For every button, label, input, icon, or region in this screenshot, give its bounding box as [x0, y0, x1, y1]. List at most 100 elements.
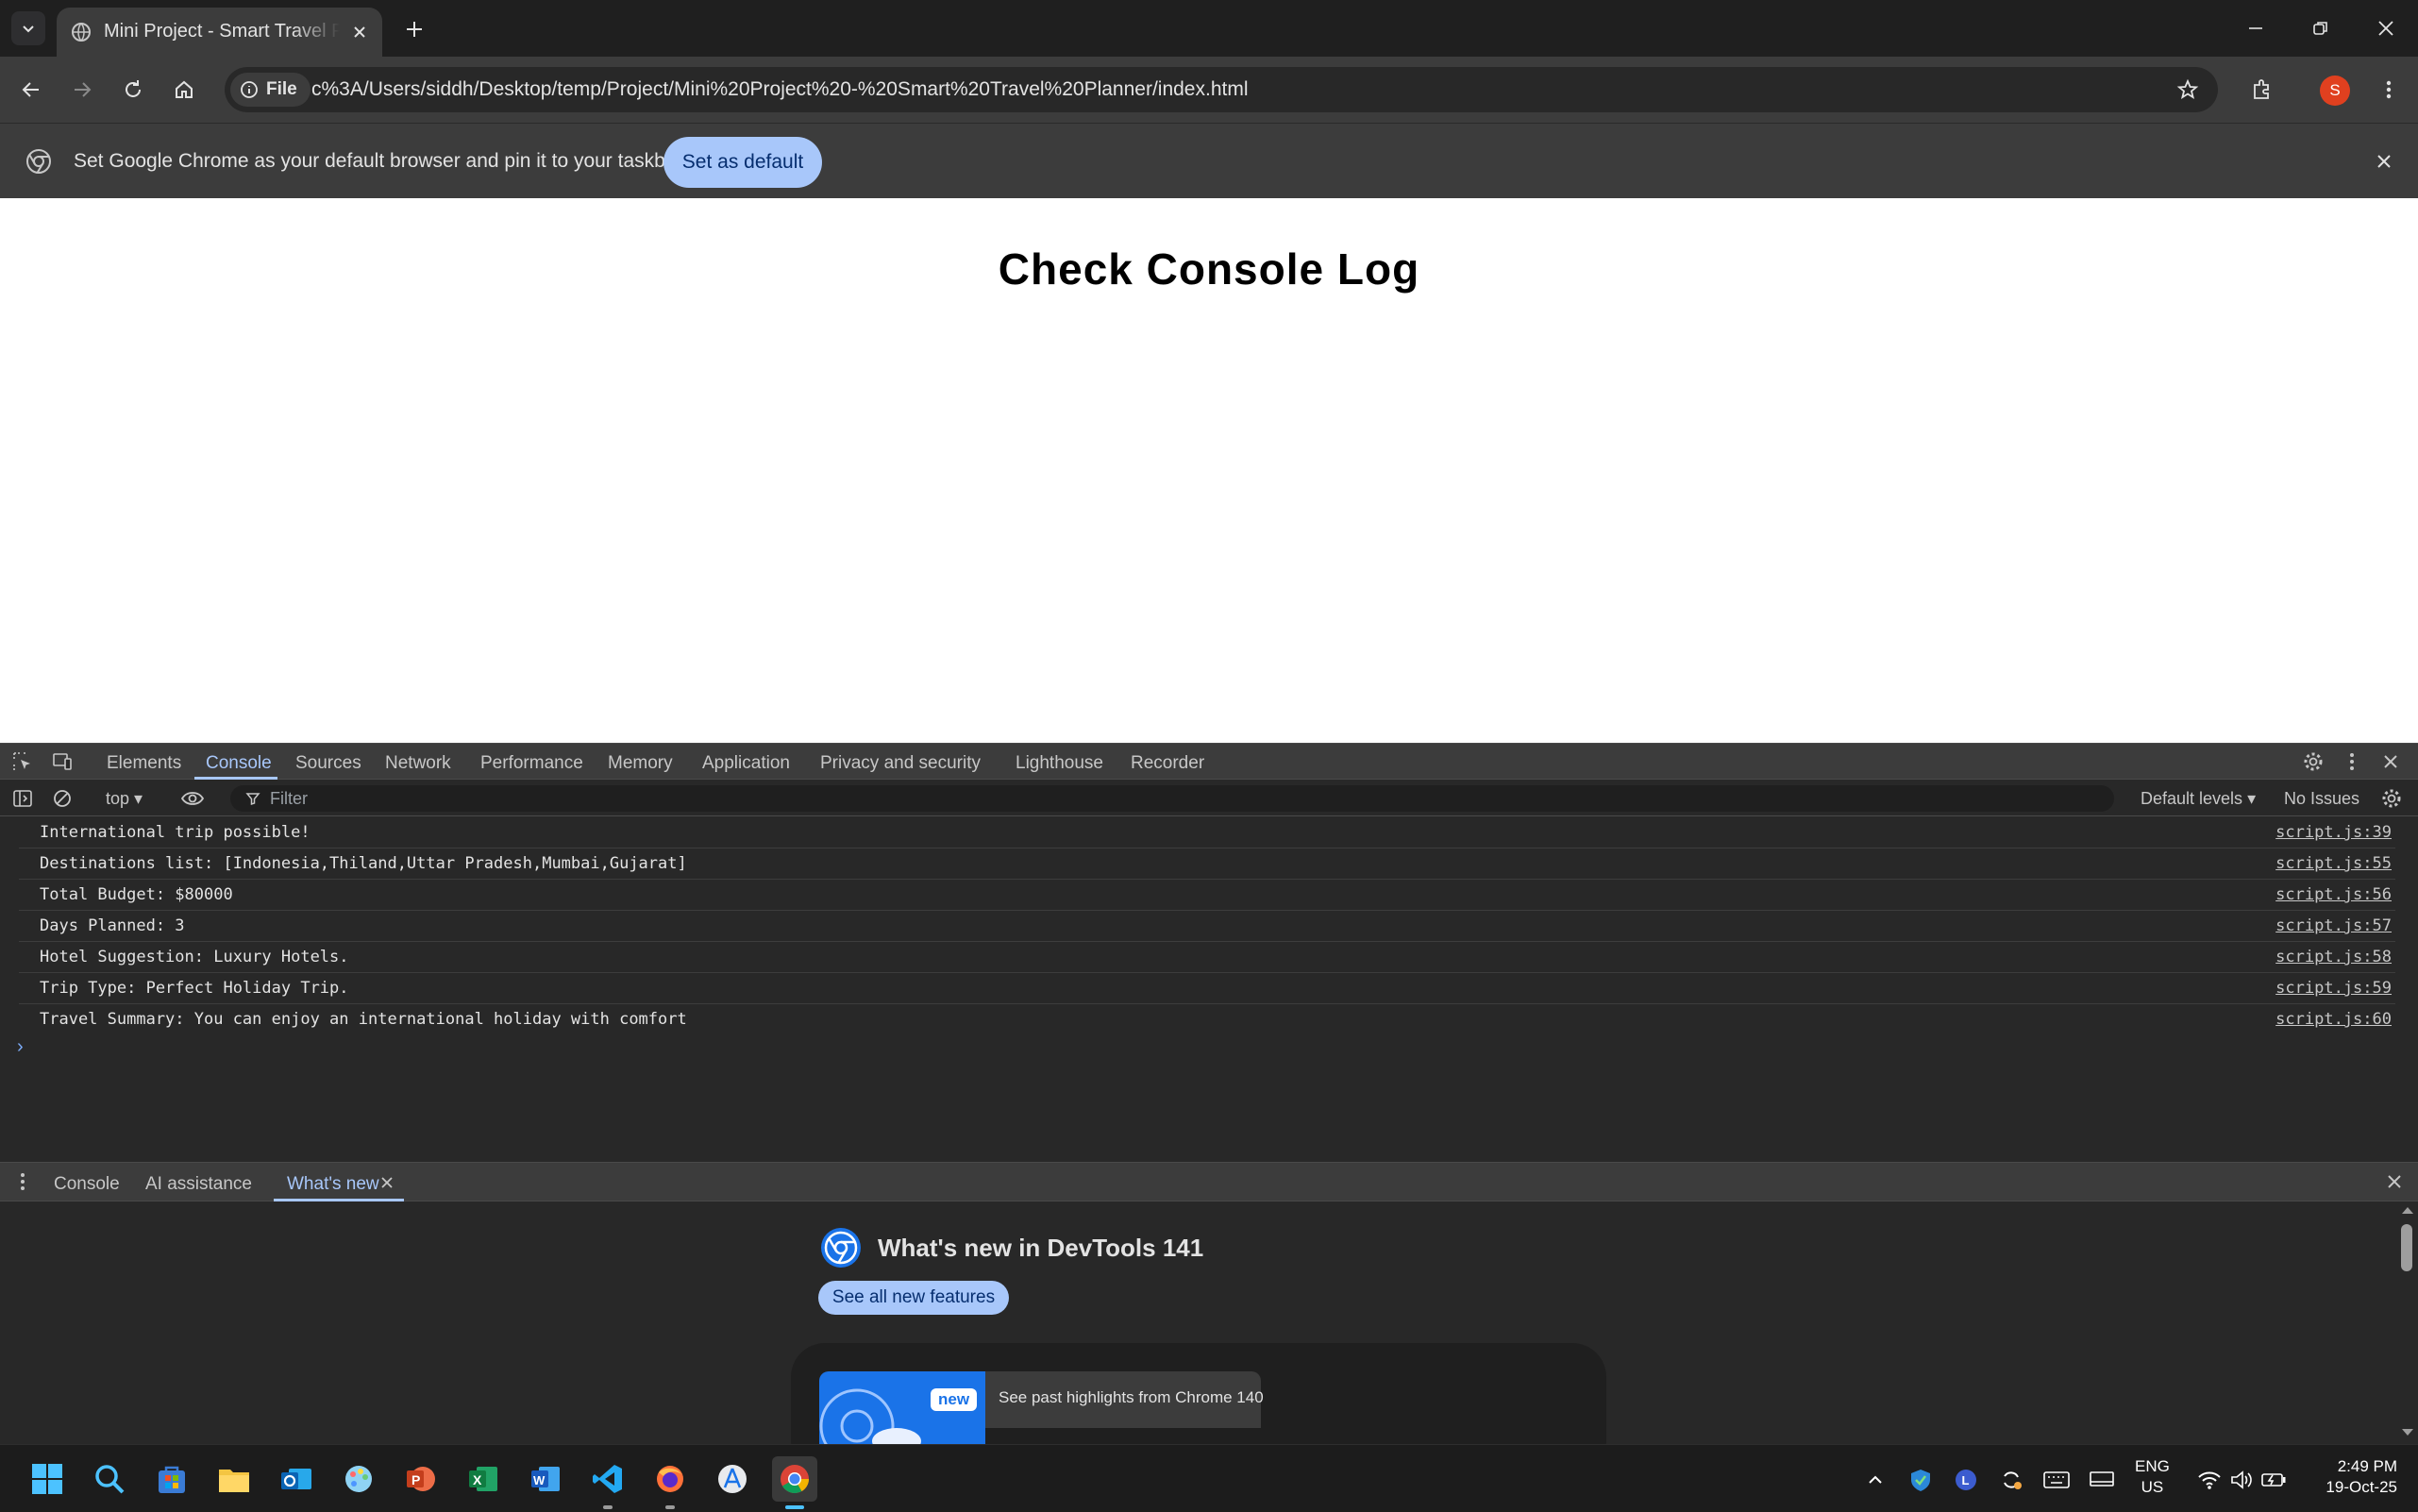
past-highlights-link[interactable]: See past highlights from Chrome 140 — [985, 1371, 1264, 1428]
powerpoint-icon[interactable]: P — [398, 1456, 444, 1502]
reload-button[interactable] — [115, 72, 151, 108]
log-source-link[interactable]: script.js:60 — [2275, 1010, 2392, 1029]
volume-icon[interactable] — [2227, 1466, 2256, 1494]
context-selector[interactable]: top ▾ — [106, 789, 143, 809]
word-icon[interactable]: W — [523, 1456, 568, 1502]
wifi-icon[interactable] — [2195, 1466, 2224, 1494]
log-source-link[interactable]: script.js:58 — [2275, 948, 2392, 966]
svg-text:P: P — [411, 1472, 420, 1487]
log-source-link[interactable]: script.js:59 — [2275, 979, 2392, 998]
log-source-link[interactable]: script.js:55 — [2275, 854, 2392, 873]
log-message: Trip Type: Perfect Holiday Trip. — [40, 979, 349, 998]
log-message: Travel Summary: You can enjoy an interna… — [40, 1010, 687, 1029]
drawer-tab-ai-assistance[interactable]: AI assistance — [145, 1174, 252, 1195]
whats-new-scrollbar[interactable] — [2397, 1201, 2418, 1445]
menu-button[interactable] — [2371, 72, 2407, 108]
issues-counter[interactable]: No Issues — [2284, 789, 2359, 809]
log-message: Total Budget: $80000 — [40, 885, 233, 904]
log-source-link[interactable]: script.js:56 — [2275, 885, 2392, 904]
device-toolbar-icon[interactable] — [49, 748, 76, 775]
browser-tab[interactable]: Mini Project - Smart Travel Planner — [57, 8, 382, 57]
chevron-up-icon[interactable] — [1861, 1466, 1889, 1494]
tab-search-button[interactable] — [11, 11, 45, 45]
scroll-down-icon[interactable] — [2401, 1428, 2414, 1437]
file-explorer-icon[interactable] — [211, 1456, 257, 1502]
set-as-default-button[interactable]: Set as default — [663, 137, 822, 188]
extensions-button[interactable] — [2244, 72, 2280, 108]
chrome-icon[interactable] — [772, 1456, 817, 1509]
devtools-tab-privacy[interactable]: Privacy and security — [820, 753, 981, 774]
start-icon[interactable] — [25, 1456, 70, 1502]
restore-icon — [2313, 22, 2327, 35]
devtools-tab-sources[interactable]: Sources — [295, 753, 361, 774]
close-devtools-icon[interactable] — [2377, 748, 2404, 775]
site-info-chip[interactable]: File — [230, 73, 311, 107]
security-shield-icon[interactable] — [1906, 1466, 1935, 1494]
battery-icon[interactable] — [2259, 1466, 2288, 1494]
display-icon[interactable] — [2088, 1466, 2116, 1494]
drawer-menu-icon[interactable] — [9, 1168, 36, 1195]
drawer-tab-console[interactable]: Console — [54, 1174, 120, 1195]
scroll-up-icon[interactable] — [2401, 1205, 2414, 1215]
devtools-menu-icon[interactable] — [2339, 748, 2365, 775]
search-icon[interactable] — [87, 1456, 132, 1502]
infobar-close-button[interactable] — [2367, 144, 2401, 178]
store-icon[interactable] — [149, 1456, 194, 1502]
keyboard-icon[interactable] — [2042, 1466, 2071, 1494]
excel-icon[interactable]: X — [461, 1456, 506, 1502]
devtools-tab-network[interactable]: Network — [385, 753, 451, 774]
devtools-tab-performance[interactable]: Performance — [480, 753, 583, 774]
minimize-button[interactable] — [2237, 9, 2275, 47]
devtools-logo-icon — [821, 1228, 861, 1268]
close-tab-icon[interactable] — [346, 19, 373, 45]
firefox-icon[interactable] — [647, 1456, 693, 1509]
page-viewport: Check Console Log — [0, 198, 2418, 743]
restore-button[interactable] — [2302, 9, 2340, 47]
outlook-icon[interactable] — [274, 1456, 319, 1502]
devtools-tab-lighthouse[interactable]: Lighthouse — [1016, 753, 1103, 774]
devtools-tab-recorder[interactable]: Recorder — [1131, 753, 1204, 774]
console-prompt-chevron-icon[interactable]: › — [17, 1036, 24, 1058]
settings-gear-icon[interactable] — [2300, 748, 2326, 775]
home-button[interactable] — [166, 72, 202, 108]
address-bar[interactable]: File c%3A/Users/siddh/Desktop/temp/Proje… — [225, 67, 2218, 112]
log-source-link[interactable]: script.js:39 — [2275, 823, 2392, 842]
vscode-icon[interactable] — [585, 1456, 630, 1509]
live-expression-eye-icon[interactable] — [179, 785, 206, 812]
sidebar-toggle-icon[interactable] — [9, 785, 36, 812]
paint-icon[interactable] — [336, 1456, 381, 1502]
system-clock[interactable]: 2:49 PM 19-Oct-25 — [2303, 1456, 2397, 1498]
devtools-tab-application[interactable]: Application — [702, 753, 790, 774]
console-toolbar: top ▾ Filter Default levels ▾ No Issues — [0, 781, 2418, 816]
profile-avatar[interactable]: S — [2320, 76, 2350, 106]
close-whats-new-icon[interactable] — [374, 1169, 400, 1196]
scrollbar-thumb[interactable] — [2401, 1224, 2412, 1271]
language-indicator[interactable]: ENG US — [2135, 1456, 2170, 1498]
app-store-icon[interactable] — [710, 1456, 755, 1502]
close-drawer-icon[interactable] — [2381, 1168, 2408, 1195]
devtools-tab-console[interactable]: Console — [206, 753, 272, 774]
devtools-tab-elements[interactable]: Elements — [107, 753, 181, 774]
tab-title: Mini Project - Smart Travel Planner — [104, 21, 340, 42]
new-badge: new — [931, 1388, 978, 1411]
console-filter-input[interactable]: Filter — [230, 785, 2114, 812]
app-l-icon[interactable]: L — [1952, 1466, 1980, 1494]
inspect-element-icon[interactable] — [9, 748, 36, 775]
close-window-button[interactable] — [2367, 9, 2405, 47]
drawer-tab-whats-new[interactable]: What's new — [287, 1174, 379, 1195]
see-all-features-button[interactable]: See all new features — [818, 1281, 1009, 1315]
bookmark-button[interactable] — [2173, 75, 2203, 105]
forward-button[interactable] — [64, 72, 100, 108]
sync-icon[interactable] — [1997, 1466, 2025, 1494]
console-settings-gear-icon[interactable] — [2378, 785, 2405, 812]
log-levels-dropdown[interactable]: Default levels ▾ — [2141, 789, 2256, 809]
devtools-tab-memory[interactable]: Memory — [608, 753, 673, 774]
log-source-link[interactable]: script.js:57 — [2275, 916, 2392, 935]
new-tab-button[interactable] — [398, 13, 430, 45]
clear-console-icon[interactable] — [49, 785, 76, 812]
back-button[interactable] — [13, 72, 49, 108]
chevron-down-icon — [23, 25, 34, 33]
highlights-thumbnail[interactable]: new — [819, 1371, 985, 1445]
url-text[interactable]: c%3A/Users/siddh/Desktop/temp/Project/Mi… — [311, 78, 1249, 101]
windows-taskbar: P X W L ENG US 2:49 PM 19-Oct-25 — [0, 1444, 2418, 1512]
